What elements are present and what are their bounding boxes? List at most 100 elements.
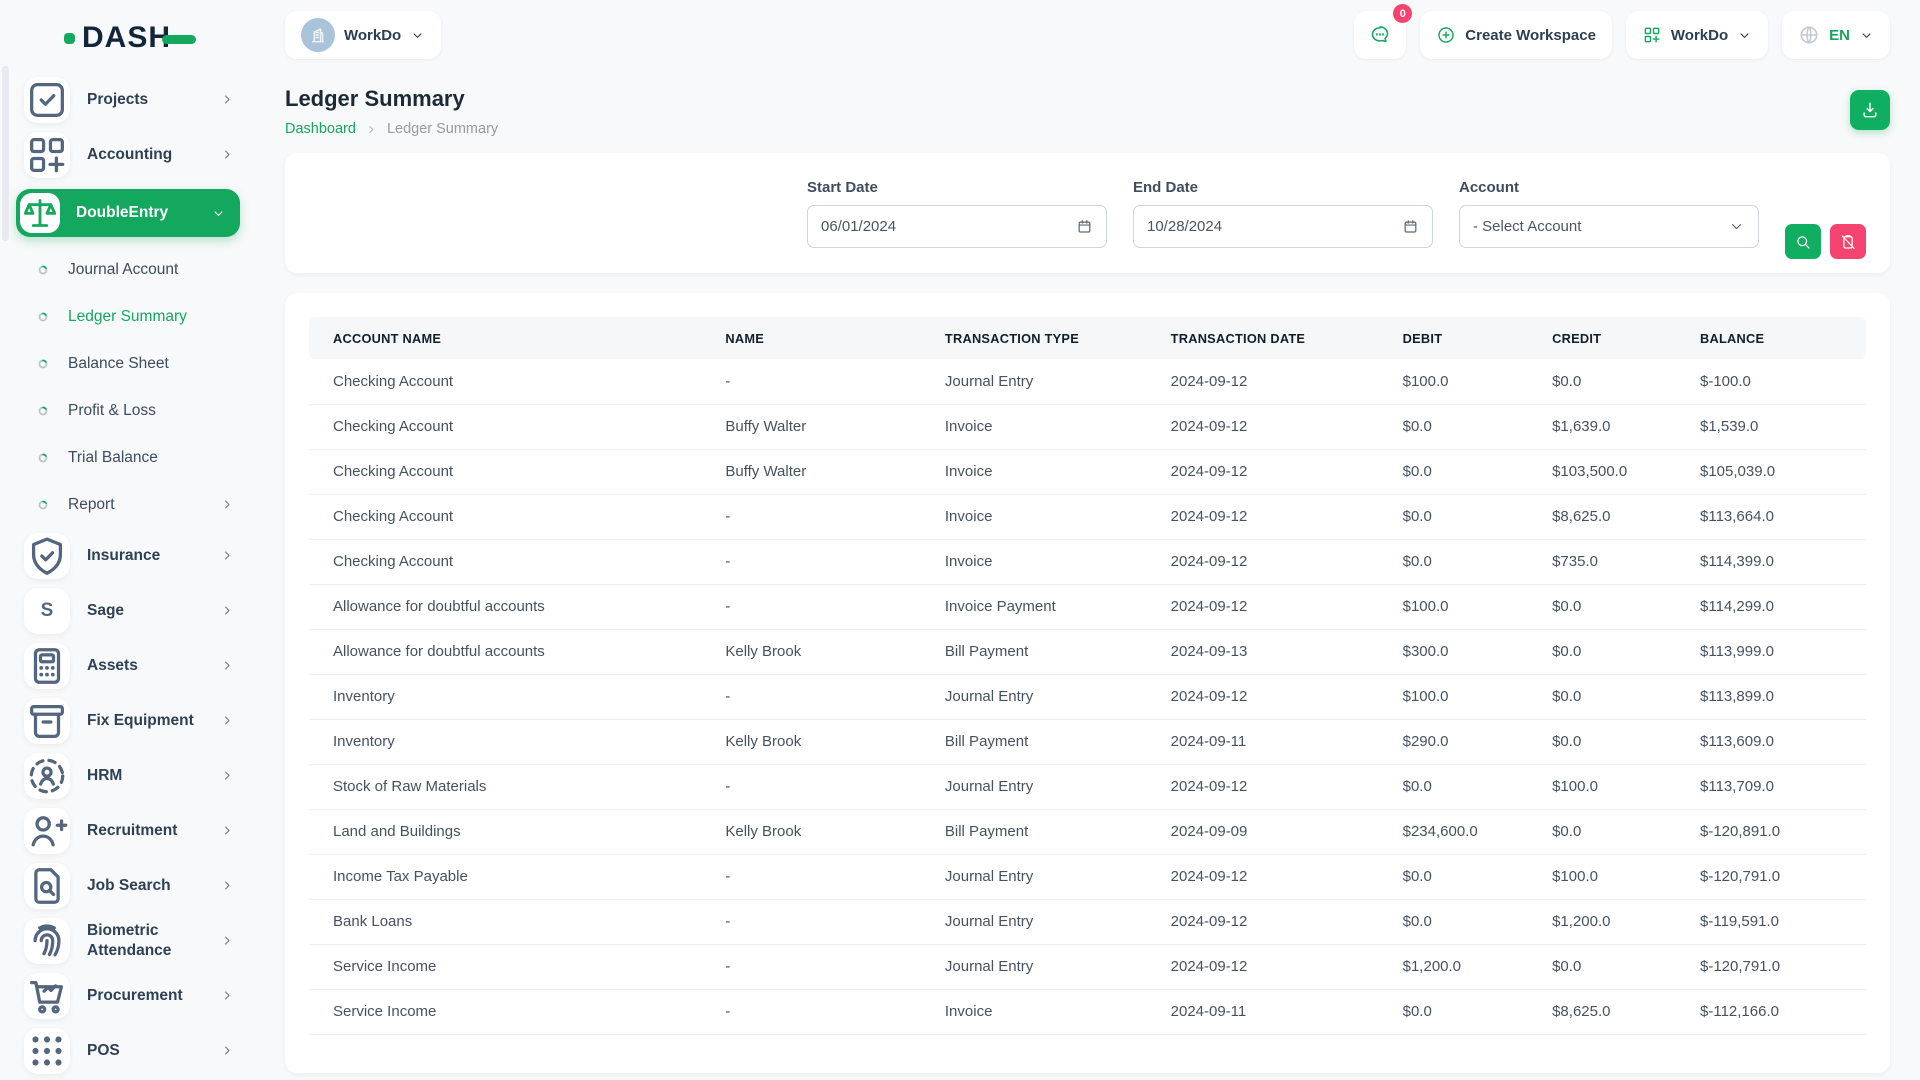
table-cell: $100.0 <box>1379 674 1528 719</box>
table-row: Service Income-Journal Entry2024-09-12$1… <box>309 944 1866 989</box>
column-header-debit: DEBIT <box>1379 317 1528 359</box>
search-button[interactable] <box>1785 224 1821 259</box>
column-header-balance: BALANCE <box>1676 317 1866 359</box>
breadcrumb-current: Ledger Summary <box>387 121 498 137</box>
table-cell: - <box>701 944 921 989</box>
table-cell: $0.0 <box>1379 899 1528 944</box>
breadcrumb-dashboard-link[interactable]: Dashboard <box>285 121 356 137</box>
sidebar-item-label: Assets <box>87 656 220 675</box>
table-cell: $0.0 <box>1528 809 1676 854</box>
table-cell: $300.0 <box>1379 629 1528 674</box>
sidebar-item-hrm[interactable]: HRM <box>0 748 265 803</box>
account-select[interactable]: - Select Account <box>1459 205 1759 248</box>
globe-icon <box>1798 24 1820 46</box>
table-cell: Service Income <box>309 989 701 1034</box>
table-cell: $-100.0 <box>1676 359 1866 404</box>
chevron-right-icon <box>220 988 235 1003</box>
dot-ring-icon <box>37 264 49 276</box>
sidebar-item-balance-sheet[interactable]: Balance Sheet <box>0 340 265 387</box>
sidebar-item-doubleentry[interactable]: DoubleEntry <box>16 189 240 237</box>
table-cell: $0.0 <box>1528 584 1676 629</box>
archive-icon <box>24 698 70 744</box>
column-header-transaction-date: TRANSACTION DATE <box>1147 317 1379 359</box>
ledger-table-card: ACCOUNT NAMENAMETRANSACTION TYPETRANSACT… <box>285 293 1890 1073</box>
sidebar-item-projects[interactable]: Projects <box>0 72 265 127</box>
sidebar-item-sage[interactable]: SSage <box>0 583 265 638</box>
table-cell: $113,709.0 <box>1676 764 1866 809</box>
grid-plus-icon <box>1642 25 1662 45</box>
sidebar-item-recruitment[interactable]: Recruitment <box>0 803 265 858</box>
table-cell: $-112,166.0 <box>1676 989 1866 1034</box>
table-cell: - <box>701 989 921 1034</box>
sidebar-item-assets[interactable]: Assets <box>0 638 265 693</box>
sidebar-nav: ProjectsAccounting DoubleEntry Journal Acc… <box>0 70 265 1078</box>
chevron-right-icon <box>220 497 235 512</box>
table-cell: - <box>701 854 921 899</box>
table-cell: Bank Loans <box>309 899 701 944</box>
sidebar-item-label: Report <box>68 495 220 514</box>
end-date-input[interactable]: 10/28/2024 <box>1133 205 1433 248</box>
sidebar-item-job-search[interactable]: Job Search <box>0 858 265 913</box>
language-selector[interactable]: EN <box>1782 11 1890 59</box>
workspace-selector-label: WorkDo <box>344 27 401 44</box>
download-button[interactable] <box>1850 90 1890 130</box>
table-cell: Bill Payment <box>921 719 1147 764</box>
table-row: InventoryKelly BrookBill Payment2024-09-… <box>309 719 1866 764</box>
sidebar-item-procurement[interactable]: Procurement <box>0 968 265 1023</box>
start-date-input[interactable]: 06/01/2024 <box>807 205 1107 248</box>
sidebar-item-fix-equipment[interactable]: Fix Equipment <box>0 693 265 748</box>
create-workspace-button[interactable]: Create Workspace <box>1420 11 1612 59</box>
table-cell: $0.0 <box>1528 674 1676 719</box>
sidebar-item-journal-account[interactable]: Journal Account <box>0 246 265 293</box>
table-cell: $1,639.0 <box>1528 404 1676 449</box>
sidebar-item-label: Job Search <box>87 876 220 895</box>
table-row: Stock of Raw Materials-Journal Entry2024… <box>309 764 1866 809</box>
sidebar-item-label: Fix Equipment <box>87 711 220 730</box>
fingerprint-icon <box>24 918 70 964</box>
table-row: Checking AccountBuffy WalterInvoice2024-… <box>309 404 1866 449</box>
messages-button[interactable]: 0 <box>1354 11 1406 59</box>
sidebar-item-profit-loss[interactable]: Profit & Loss <box>0 387 265 434</box>
start-date-label: Start Date <box>807 179 1107 196</box>
person-dashed-circle-icon <box>24 753 70 799</box>
table-row: Land and BuildingsKelly BrookBill Paymen… <box>309 809 1866 854</box>
table-cell: Allowance for doubtful accounts <box>309 584 701 629</box>
table-cell: $113,899.0 <box>1676 674 1866 719</box>
company-selector[interactable]: WorkDo <box>1626 11 1768 59</box>
sidebar-item-insurance[interactable]: Insurance <box>0 528 265 583</box>
table-cell: Land and Buildings <box>309 809 701 854</box>
table-cell: Stock of Raw Materials <box>309 764 701 809</box>
table-row: Service Income-Invoice2024-09-11$0.0$8,6… <box>309 989 1866 1034</box>
sidebar-item-report[interactable]: Report <box>0 481 265 528</box>
logo[interactable]: DASH <box>0 6 265 70</box>
sidebar-item-trial-balance[interactable]: Trial Balance <box>0 434 265 481</box>
grid-plus-icon <box>24 132 70 178</box>
sidebar-item-label: HRM <box>87 766 220 785</box>
table-row: Allowance for doubtful accounts-Invoice … <box>309 584 1866 629</box>
table-cell: Journal Entry <box>921 899 1147 944</box>
end-date-label: End Date <box>1133 179 1433 196</box>
table-cell: Invoice <box>921 449 1147 494</box>
sidebar-item-accounting[interactable]: Accounting <box>0 127 265 182</box>
sidebar-item-ledger-summary[interactable]: Ledger Summary <box>0 293 265 340</box>
table-cell: $103,500.0 <box>1528 449 1676 494</box>
logo-mark <box>64 33 75 44</box>
chevron-right-icon <box>220 878 235 893</box>
chevron-right-icon <box>220 548 235 563</box>
table-cell: Checking Account <box>309 449 701 494</box>
table-cell: - <box>701 494 921 539</box>
sidebar-item-pos[interactable]: POS <box>0 1023 265 1078</box>
search-icon <box>1794 233 1812 251</box>
table-cell: Journal Entry <box>921 764 1147 809</box>
workspace-selector[interactable]: WorkDo <box>285 11 441 59</box>
sidebar-scrollbar[interactable] <box>2 66 9 241</box>
sidebar-item-label: Trial Balance <box>68 448 235 467</box>
sidebar-item-biometric-attendance[interactable]: Biometric Attendance <box>0 913 265 968</box>
table-cell: - <box>701 539 921 584</box>
logo-text: DASH <box>82 21 171 55</box>
table-cell: Journal Entry <box>921 674 1147 719</box>
chat-icon <box>1369 24 1391 46</box>
table-cell: $-120,891.0 <box>1676 809 1866 854</box>
table-cell: 2024-09-13 <box>1147 629 1379 674</box>
reset-button[interactable] <box>1830 224 1866 259</box>
